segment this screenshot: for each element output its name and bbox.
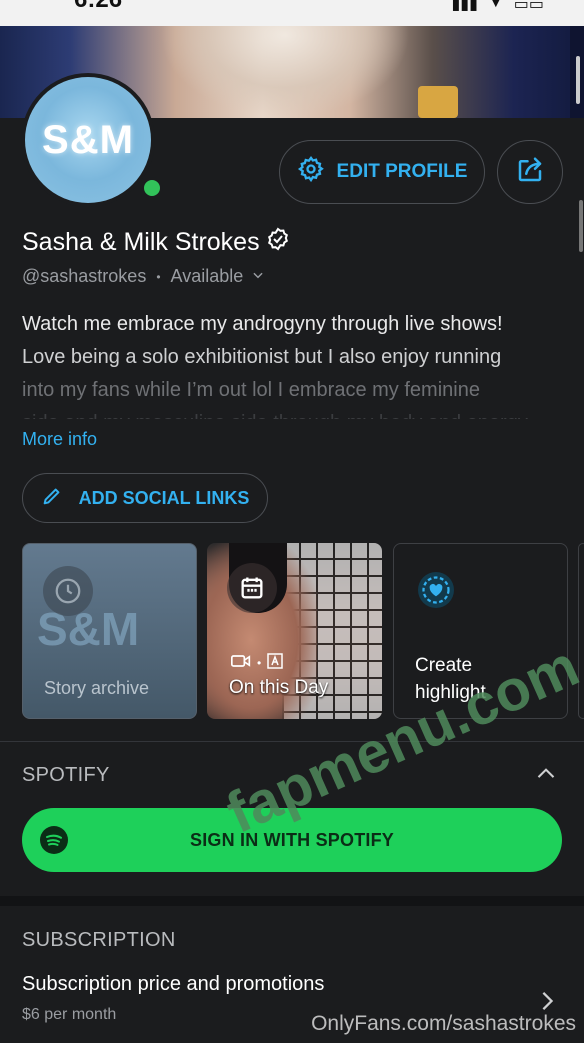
separator-dot: •: [156, 269, 161, 284]
scrollbar[interactable]: [579, 200, 583, 252]
highlight-heart-icon: [418, 572, 454, 608]
separator-dot-icon: •: [257, 655, 262, 670]
bio-line: side and my masculine side through my bo…: [22, 407, 562, 419]
chevron-down-icon: [251, 266, 265, 287]
on-this-day-card[interactable]: • On this Day: [207, 543, 382, 719]
gear-icon: [297, 155, 325, 189]
cover-photo-detail: [418, 86, 458, 118]
calendar-icon: [227, 563, 277, 613]
media-types: •: [231, 653, 283, 672]
cover-photo-detail: [160, 26, 410, 118]
edit-profile-button[interactable]: EDIT PROFILE: [279, 140, 485, 204]
bio-line: Watch me embrace my androgyny through li…: [22, 313, 503, 335]
site-watermark: OnlyFans.com/sashastrokes: [311, 1012, 576, 1035]
avatar-image: S&M: [25, 77, 151, 203]
pencil-icon: [41, 485, 63, 512]
system-icons: ▮▮▮ ▼ ▭▭: [452, 0, 545, 14]
share-icon: [515, 155, 545, 190]
bio-text: Watch me embrace my androgyny through li…: [22, 308, 562, 419]
add-social-links-label: ADD SOCIAL LINKS: [78, 487, 250, 508]
subscription-section-title: SUBSCRIPTION: [22, 929, 176, 951]
video-icon: [231, 654, 251, 671]
availability-label: Available: [170, 266, 244, 286]
signal-icon: ▮▮▮: [451, 0, 478, 13]
subscription-price: $6 per month: [22, 1006, 117, 1023]
story-archive-card[interactable]: S&M Story archive: [22, 543, 197, 719]
story-archive-label: Story archive: [44, 678, 150, 698]
bio-line: into my fans while I’m out lol I embrace…: [22, 379, 480, 401]
availability-dropdown[interactable]: Available: [171, 266, 266, 287]
verified-icon: [266, 227, 290, 258]
battery-icon: ▭▭: [513, 0, 544, 13]
online-status-icon: [141, 177, 163, 199]
display-name: Sasha & Milk Strokes: [22, 228, 260, 256]
text-icon: [267, 653, 283, 672]
share-button[interactable]: [497, 140, 563, 204]
username: @sashastrokes: [22, 266, 147, 286]
scrollbar[interactable]: [576, 56, 580, 104]
edit-profile-label: EDIT PROFILE: [336, 161, 468, 182]
avatar[interactable]: S&M: [21, 73, 163, 207]
bio-line: Love being a solo exhibitionist but I al…: [22, 346, 502, 368]
wifi-icon: ▼: [487, 0, 504, 11]
status-bar: 6:26 ▮▮▮ ▼ ▭▭: [0, 0, 584, 26]
add-social-links-button[interactable]: ADD SOCIAL LINKS: [22, 473, 268, 523]
subscription-row-title: Subscription price and promotions: [22, 973, 325, 995]
profile-name: Sasha & Milk Strokes: [22, 227, 290, 258]
more-info-link[interactable]: More info: [22, 429, 97, 450]
status-time: 6:26: [74, 0, 122, 14]
clock-icon: [43, 566, 93, 616]
avatar-text: S&M: [42, 117, 134, 162]
spotify-section-title: SPOTIFY: [22, 764, 110, 786]
on-this-day-label: On this Day: [229, 677, 329, 698]
handle-row: @sashastrokes • Available: [22, 266, 265, 287]
spotify-icon: [40, 826, 68, 854]
